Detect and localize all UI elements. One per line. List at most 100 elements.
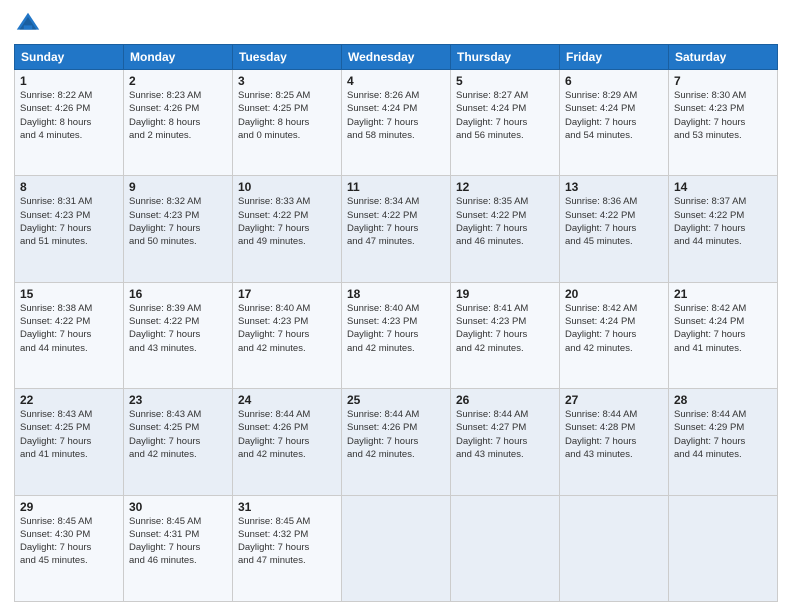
day-info: Sunrise: 8:45 AMSunset: 4:32 PMDaylight:… (238, 515, 336, 568)
calendar-cell: 22Sunrise: 8:43 AMSunset: 4:25 PMDayligh… (15, 389, 124, 495)
day-number: 17 (238, 287, 336, 301)
day-info: Sunrise: 8:41 AMSunset: 4:23 PMDaylight:… (456, 302, 554, 355)
day-info: Sunrise: 8:43 AMSunset: 4:25 PMDaylight:… (20, 408, 118, 461)
day-number: 31 (238, 500, 336, 514)
calendar-cell (451, 495, 560, 601)
day-number: 8 (20, 180, 118, 194)
week-row-1: 1Sunrise: 8:22 AMSunset: 4:26 PMDaylight… (15, 70, 778, 176)
calendar-body: 1Sunrise: 8:22 AMSunset: 4:26 PMDaylight… (15, 70, 778, 602)
day-number: 23 (129, 393, 227, 407)
calendar-cell: 24Sunrise: 8:44 AMSunset: 4:26 PMDayligh… (233, 389, 342, 495)
day-number: 29 (20, 500, 118, 514)
logo-icon (14, 10, 42, 38)
calendar-cell: 25Sunrise: 8:44 AMSunset: 4:26 PMDayligh… (342, 389, 451, 495)
day-info: Sunrise: 8:23 AMSunset: 4:26 PMDaylight:… (129, 89, 227, 142)
day-info: Sunrise: 8:40 AMSunset: 4:23 PMDaylight:… (347, 302, 445, 355)
calendar-cell: 14Sunrise: 8:37 AMSunset: 4:22 PMDayligh… (669, 176, 778, 282)
week-row-4: 22Sunrise: 8:43 AMSunset: 4:25 PMDayligh… (15, 389, 778, 495)
calendar-cell (342, 495, 451, 601)
day-number: 28 (674, 393, 772, 407)
header-row: SundayMondayTuesdayWednesdayThursdayFrid… (15, 45, 778, 70)
day-info: Sunrise: 8:26 AMSunset: 4:24 PMDaylight:… (347, 89, 445, 142)
calendar-cell: 5Sunrise: 8:27 AMSunset: 4:24 PMDaylight… (451, 70, 560, 176)
header-thursday: Thursday (451, 45, 560, 70)
header-friday: Friday (560, 45, 669, 70)
day-info: Sunrise: 8:36 AMSunset: 4:22 PMDaylight:… (565, 195, 663, 248)
day-number: 13 (565, 180, 663, 194)
header-monday: Monday (124, 45, 233, 70)
calendar-cell: 15Sunrise: 8:38 AMSunset: 4:22 PMDayligh… (15, 282, 124, 388)
calendar-cell: 19Sunrise: 8:41 AMSunset: 4:23 PMDayligh… (451, 282, 560, 388)
day-info: Sunrise: 8:29 AMSunset: 4:24 PMDaylight:… (565, 89, 663, 142)
day-info: Sunrise: 8:43 AMSunset: 4:25 PMDaylight:… (129, 408, 227, 461)
calendar-cell: 7Sunrise: 8:30 AMSunset: 4:23 PMDaylight… (669, 70, 778, 176)
day-number: 30 (129, 500, 227, 514)
day-number: 9 (129, 180, 227, 194)
day-number: 6 (565, 74, 663, 88)
week-row-2: 8Sunrise: 8:31 AMSunset: 4:23 PMDaylight… (15, 176, 778, 282)
calendar-cell: 18Sunrise: 8:40 AMSunset: 4:23 PMDayligh… (342, 282, 451, 388)
calendar-cell: 23Sunrise: 8:43 AMSunset: 4:25 PMDayligh… (124, 389, 233, 495)
calendar-cell: 20Sunrise: 8:42 AMSunset: 4:24 PMDayligh… (560, 282, 669, 388)
day-number: 27 (565, 393, 663, 407)
page: SundayMondayTuesdayWednesdayThursdayFrid… (0, 0, 792, 612)
calendar-cell: 26Sunrise: 8:44 AMSunset: 4:27 PMDayligh… (451, 389, 560, 495)
day-info: Sunrise: 8:44 AMSunset: 4:26 PMDaylight:… (238, 408, 336, 461)
calendar-cell: 11Sunrise: 8:34 AMSunset: 4:22 PMDayligh… (342, 176, 451, 282)
calendar-cell: 12Sunrise: 8:35 AMSunset: 4:22 PMDayligh… (451, 176, 560, 282)
calendar-cell: 8Sunrise: 8:31 AMSunset: 4:23 PMDaylight… (15, 176, 124, 282)
calendar-cell: 27Sunrise: 8:44 AMSunset: 4:28 PMDayligh… (560, 389, 669, 495)
day-number: 7 (674, 74, 772, 88)
week-row-3: 15Sunrise: 8:38 AMSunset: 4:22 PMDayligh… (15, 282, 778, 388)
day-number: 21 (674, 287, 772, 301)
day-number: 3 (238, 74, 336, 88)
calendar-cell: 31Sunrise: 8:45 AMSunset: 4:32 PMDayligh… (233, 495, 342, 601)
day-number: 2 (129, 74, 227, 88)
day-info: Sunrise: 8:34 AMSunset: 4:22 PMDaylight:… (347, 195, 445, 248)
day-number: 14 (674, 180, 772, 194)
header-wednesday: Wednesday (342, 45, 451, 70)
calendar-table: SundayMondayTuesdayWednesdayThursdayFrid… (14, 44, 778, 602)
day-number: 19 (456, 287, 554, 301)
calendar-cell: 3Sunrise: 8:25 AMSunset: 4:25 PMDaylight… (233, 70, 342, 176)
day-info: Sunrise: 8:42 AMSunset: 4:24 PMDaylight:… (565, 302, 663, 355)
calendar-cell: 4Sunrise: 8:26 AMSunset: 4:24 PMDaylight… (342, 70, 451, 176)
day-number: 15 (20, 287, 118, 301)
day-info: Sunrise: 8:35 AMSunset: 4:22 PMDaylight:… (456, 195, 554, 248)
day-info: Sunrise: 8:27 AMSunset: 4:24 PMDaylight:… (456, 89, 554, 142)
calendar-header: SundayMondayTuesdayWednesdayThursdayFrid… (15, 45, 778, 70)
day-info: Sunrise: 8:44 AMSunset: 4:28 PMDaylight:… (565, 408, 663, 461)
calendar-cell (669, 495, 778, 601)
header-sunday: Sunday (15, 45, 124, 70)
day-info: Sunrise: 8:44 AMSunset: 4:27 PMDaylight:… (456, 408, 554, 461)
calendar-cell (560, 495, 669, 601)
calendar-cell: 28Sunrise: 8:44 AMSunset: 4:29 PMDayligh… (669, 389, 778, 495)
day-info: Sunrise: 8:38 AMSunset: 4:22 PMDaylight:… (20, 302, 118, 355)
day-number: 24 (238, 393, 336, 407)
header-saturday: Saturday (669, 45, 778, 70)
calendar-cell: 16Sunrise: 8:39 AMSunset: 4:22 PMDayligh… (124, 282, 233, 388)
day-number: 1 (20, 74, 118, 88)
day-info: Sunrise: 8:25 AMSunset: 4:25 PMDaylight:… (238, 89, 336, 142)
day-info: Sunrise: 8:33 AMSunset: 4:22 PMDaylight:… (238, 195, 336, 248)
day-info: Sunrise: 8:45 AMSunset: 4:31 PMDaylight:… (129, 515, 227, 568)
day-number: 12 (456, 180, 554, 194)
calendar-cell: 9Sunrise: 8:32 AMSunset: 4:23 PMDaylight… (124, 176, 233, 282)
day-info: Sunrise: 8:22 AMSunset: 4:26 PMDaylight:… (20, 89, 118, 142)
day-info: Sunrise: 8:37 AMSunset: 4:22 PMDaylight:… (674, 195, 772, 248)
day-number: 18 (347, 287, 445, 301)
day-info: Sunrise: 8:42 AMSunset: 4:24 PMDaylight:… (674, 302, 772, 355)
week-row-5: 29Sunrise: 8:45 AMSunset: 4:30 PMDayligh… (15, 495, 778, 601)
calendar-cell: 2Sunrise: 8:23 AMSunset: 4:26 PMDaylight… (124, 70, 233, 176)
calendar-cell: 29Sunrise: 8:45 AMSunset: 4:30 PMDayligh… (15, 495, 124, 601)
day-info: Sunrise: 8:31 AMSunset: 4:23 PMDaylight:… (20, 195, 118, 248)
day-number: 10 (238, 180, 336, 194)
calendar-cell: 1Sunrise: 8:22 AMSunset: 4:26 PMDaylight… (15, 70, 124, 176)
calendar-cell: 17Sunrise: 8:40 AMSunset: 4:23 PMDayligh… (233, 282, 342, 388)
day-number: 11 (347, 180, 445, 194)
calendar-cell: 6Sunrise: 8:29 AMSunset: 4:24 PMDaylight… (560, 70, 669, 176)
day-info: Sunrise: 8:45 AMSunset: 4:30 PMDaylight:… (20, 515, 118, 568)
day-info: Sunrise: 8:40 AMSunset: 4:23 PMDaylight:… (238, 302, 336, 355)
day-number: 25 (347, 393, 445, 407)
calendar-cell: 10Sunrise: 8:33 AMSunset: 4:22 PMDayligh… (233, 176, 342, 282)
